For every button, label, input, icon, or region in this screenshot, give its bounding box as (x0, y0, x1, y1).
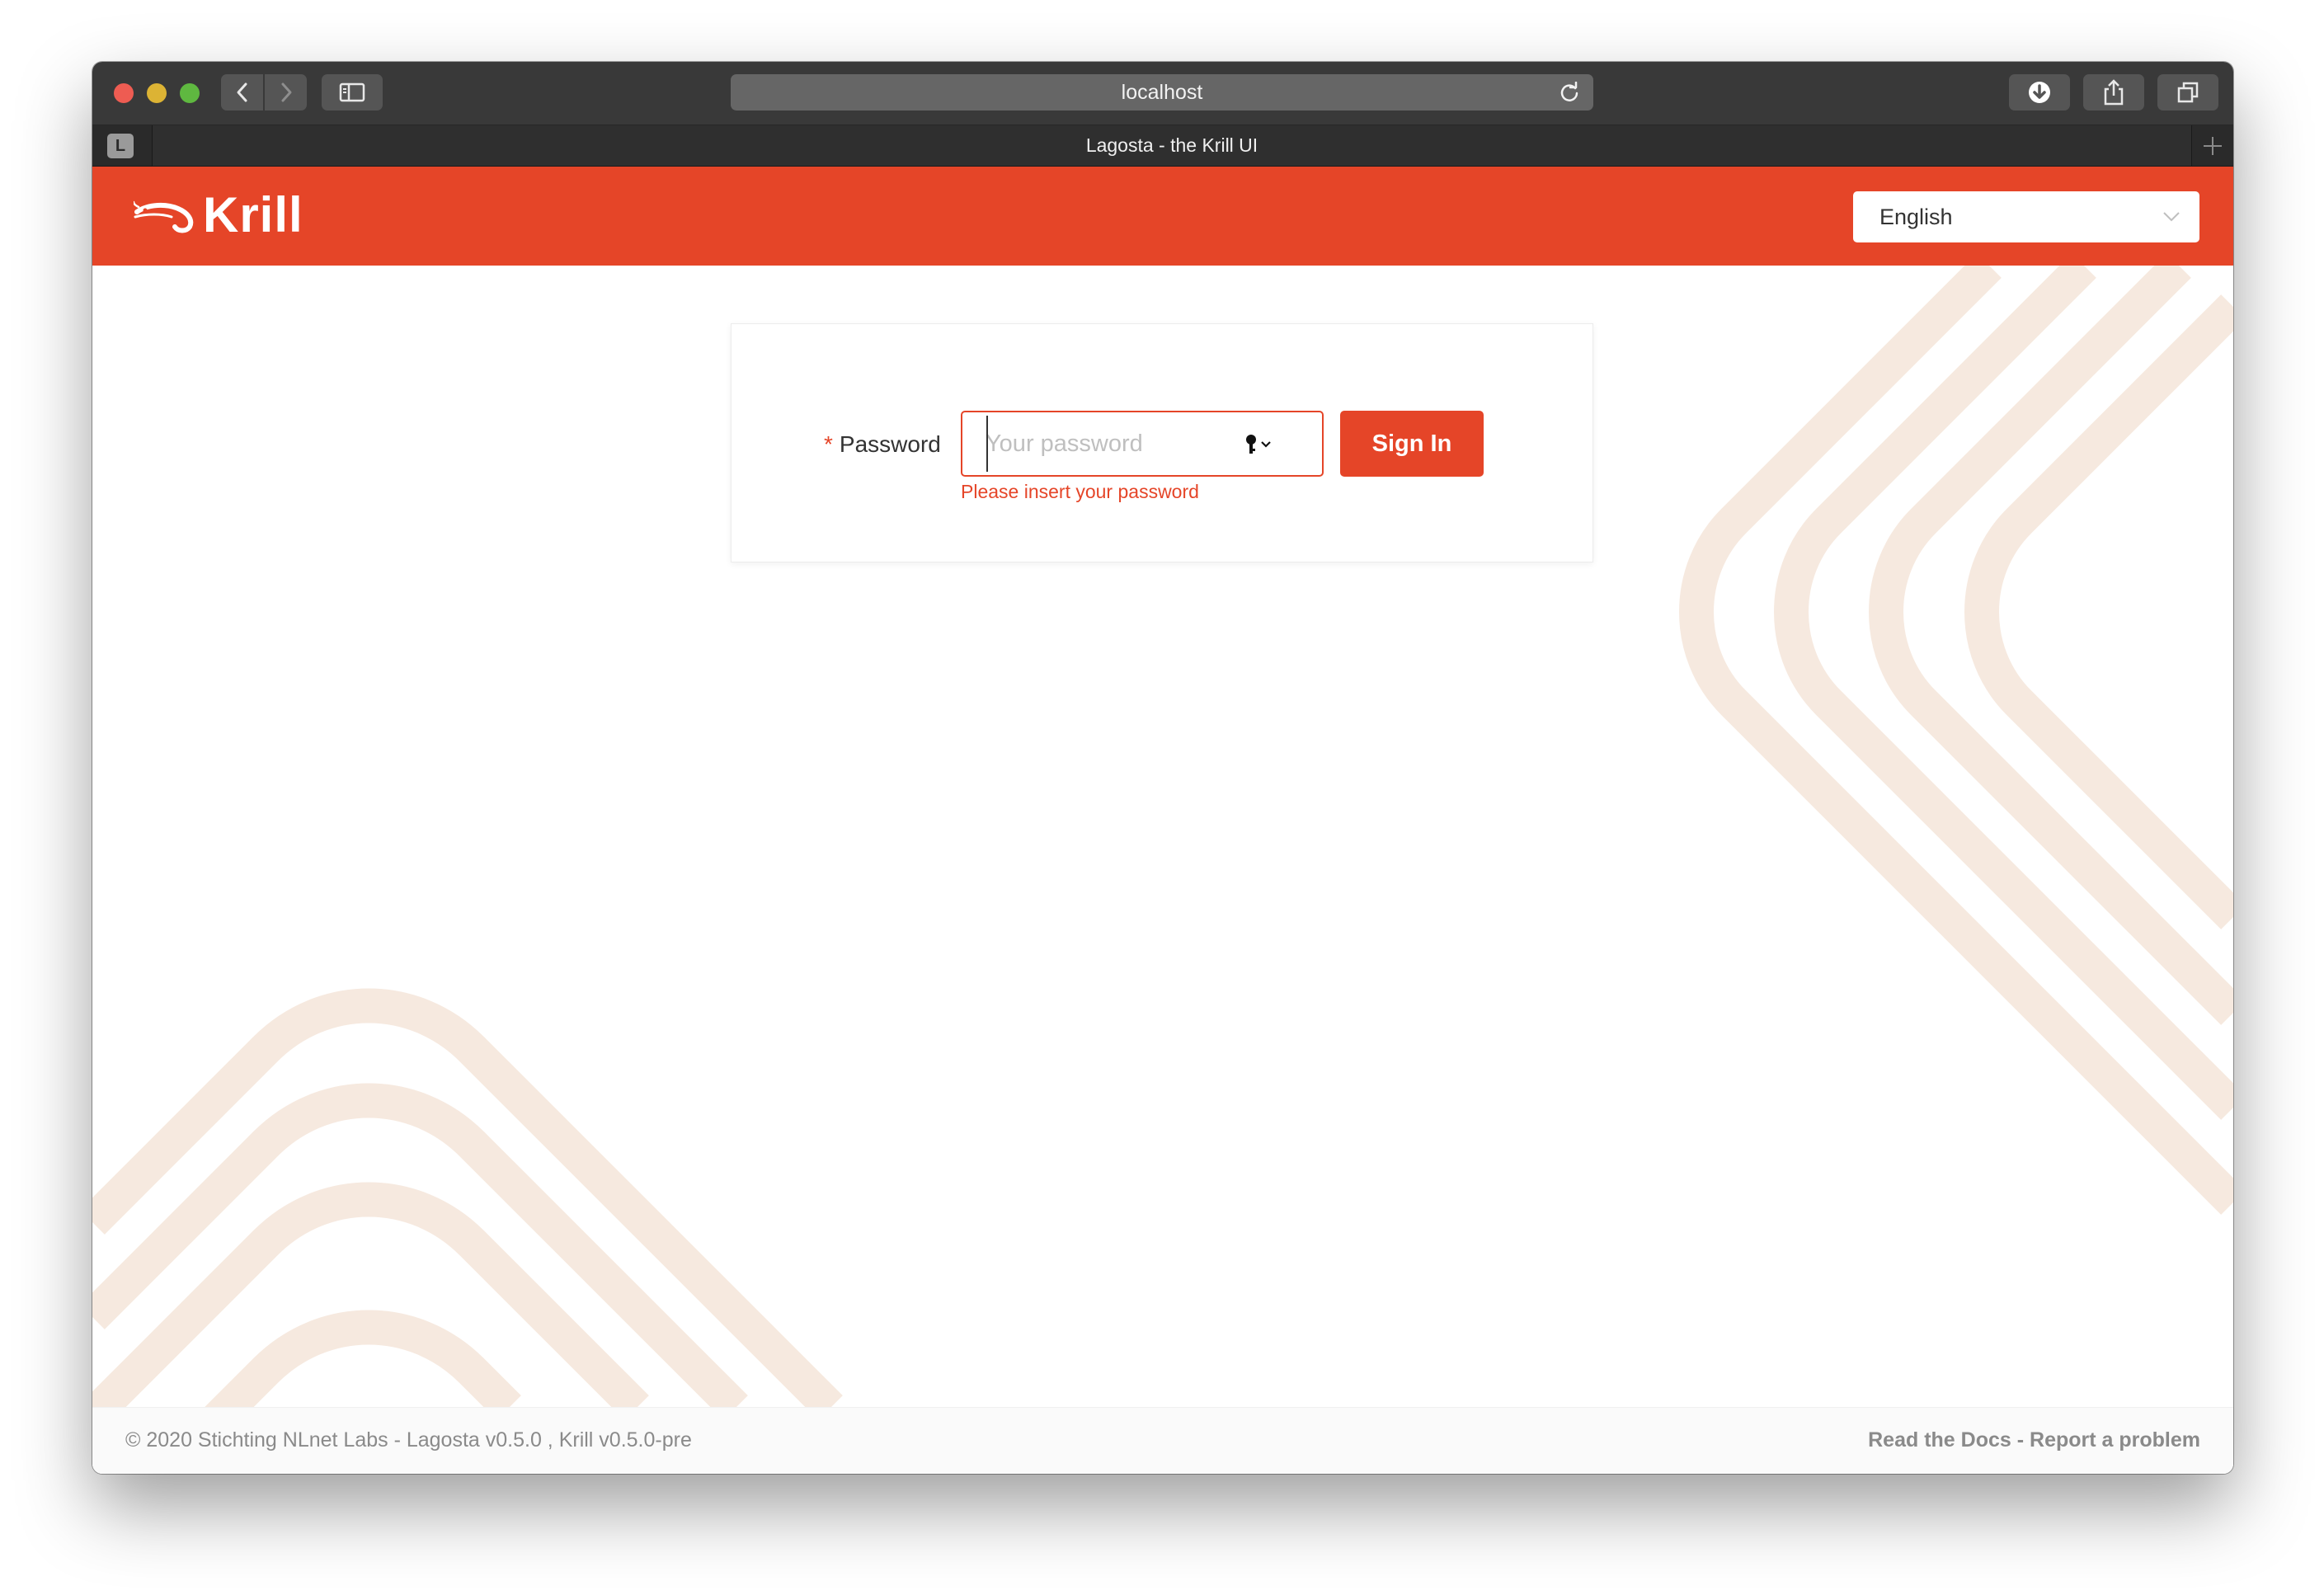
downloads-button[interactable] (2009, 74, 2070, 111)
forward-button[interactable] (265, 74, 307, 111)
copyright-text: © 2020 Stichting NLnet Labs - Lagosta v0… (125, 1428, 692, 1451)
login-card: * Password Please insert your password Si (731, 323, 1593, 562)
tab-title: Lagosta - the Krill UI (1085, 134, 1258, 156)
language-select-value: English (1879, 204, 1953, 229)
chevron-down-icon (2163, 212, 2180, 222)
chevron-right-icon (281, 82, 291, 102)
stripe-right-4 (1964, 294, 2233, 929)
logo-wordmark: Krill (203, 187, 303, 242)
password-label-text: Password (839, 431, 941, 457)
password-field[interactable] (961, 411, 1324, 477)
krill-logo[interactable]: Krill (134, 190, 303, 241)
page-footer: © 2020 Stichting NLnet Labs - Lagosta v0… (92, 1407, 2233, 1474)
footer-link-separator: - (2011, 1428, 2030, 1451)
sign-in-button[interactable]: Sign In (1340, 411, 1484, 477)
browser-toolbar: localhost (92, 62, 2233, 125)
close-window-button[interactable] (114, 83, 134, 103)
report-problem-link[interactable]: Report a problem (2030, 1428, 2200, 1451)
address-url: localhost (1121, 80, 1203, 104)
footer-links: Read the Docs - Report a problem (1868, 1428, 2200, 1452)
navigation-buttons (221, 74, 307, 111)
tabs-overview-button[interactable] (2157, 74, 2218, 111)
shrimp-icon (134, 200, 194, 233)
reload-icon[interactable] (1559, 81, 1580, 109)
minimize-window-button[interactable] (147, 83, 167, 103)
active-tab[interactable]: Lagosta - the Krill UI (152, 125, 2192, 166)
download-icon (2029, 82, 2050, 103)
language-select[interactable]: English (1853, 191, 2199, 242)
sidebar-toggle-button[interactable] (322, 74, 383, 111)
sidebar-icon (339, 82, 365, 102)
password-error-message: Please insert your password (961, 481, 1199, 502)
address-bar[interactable]: localhost (731, 74, 1593, 111)
browser-window: localhost L Lagosta - the Krill UI Krill… (92, 62, 2233, 1474)
tab-favicon: L (107, 134, 134, 158)
back-button[interactable] (221, 74, 263, 111)
key-icon (1246, 435, 1256, 454)
password-autofill-button[interactable] (1244, 434, 1273, 455)
plus-icon (2204, 137, 2222, 155)
page-content: Krill English * Password Please insert y… (92, 167, 2233, 1474)
password-input[interactable] (986, 422, 1233, 465)
app-header: Krill English (92, 167, 2233, 266)
required-mark: * (824, 431, 833, 457)
chevron-down-small-icon (1261, 441, 1271, 448)
tabs-icon (2177, 82, 2199, 103)
text-caret (986, 416, 988, 472)
tab-bar: L Lagosta - the Krill UI (92, 125, 2233, 167)
chevron-left-icon (237, 82, 247, 102)
share-icon (2104, 79, 2124, 106)
zoom-window-button[interactable] (180, 83, 200, 103)
read-the-docs-link[interactable]: Read the Docs (1868, 1428, 2011, 1451)
share-button[interactable] (2083, 74, 2144, 111)
password-label: * Password (824, 431, 941, 458)
new-tab-button[interactable] (2200, 129, 2225, 169)
